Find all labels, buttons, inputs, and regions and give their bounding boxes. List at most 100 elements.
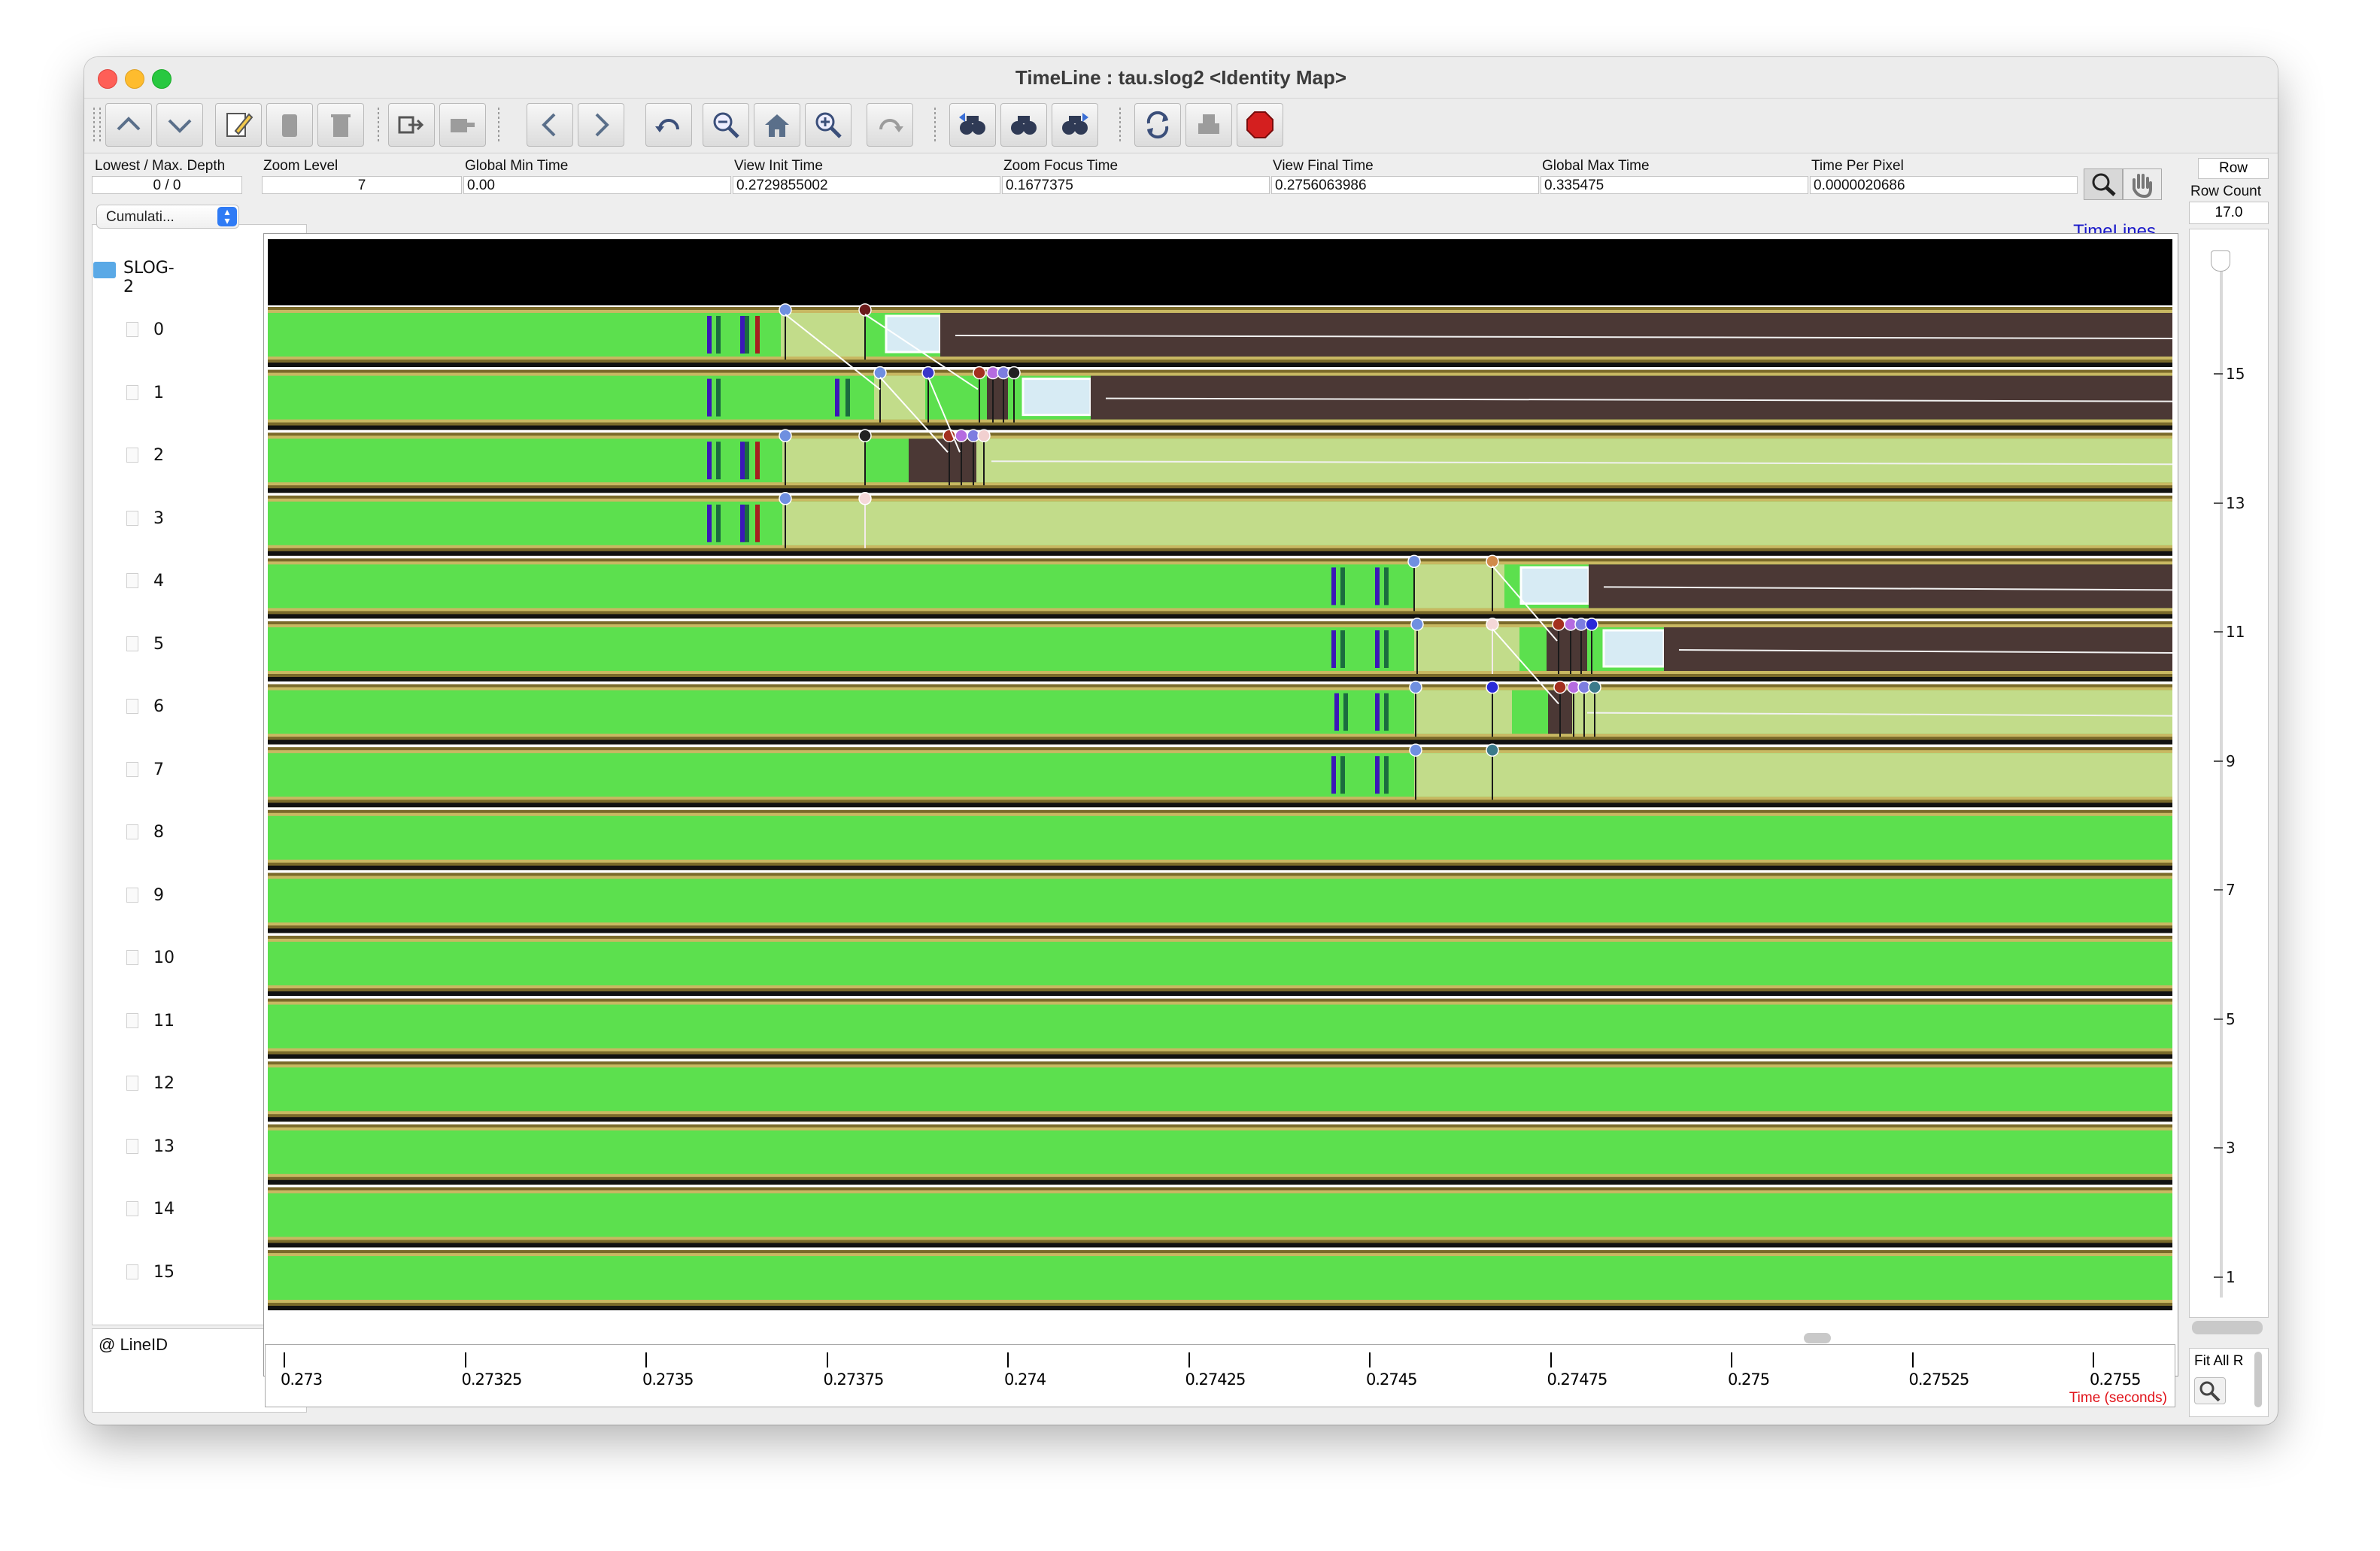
event-marker	[1553, 680, 1567, 694]
row-count-field[interactable]: 17.0	[2189, 202, 2269, 224]
tree-item-label: 11	[153, 1011, 175, 1030]
field-value[interactable]: 0.1677375	[1002, 176, 1270, 194]
document-icon	[126, 887, 138, 903]
row-separator	[268, 677, 2172, 681]
burst-marker	[707, 378, 712, 417]
redo-zoom-button[interactable]	[867, 103, 913, 147]
cumulative-select[interactable]: Cumulati... ▴ ▾	[96, 205, 239, 229]
fit-zoom-button[interactable]	[2194, 1377, 2226, 1404]
row-scroll-thumb[interactable]	[2192, 1321, 2263, 1334]
field-value[interactable]: 0.2729855002	[733, 176, 1000, 194]
burst-marker	[716, 504, 721, 542]
burst-marker	[740, 316, 745, 354]
row-slider-thumb[interactable]	[2211, 250, 2230, 272]
tree-item-label: 15	[153, 1262, 175, 1282]
ruler-tick-label: 0.2745	[1366, 1370, 1417, 1389]
burst-marker	[1375, 630, 1380, 668]
ruler-tick-label: 0.27475	[1547, 1370, 1608, 1389]
olive-state	[1414, 627, 1519, 671]
burst-marker	[1384, 630, 1389, 668]
tree-item-label: 6	[153, 697, 164, 716]
toolbar-separator	[99, 108, 101, 142]
ruler-tick	[1911, 1352, 1914, 1367]
ruler-tick	[1731, 1352, 1732, 1367]
brown-state	[987, 375, 1008, 420]
delete-icon	[331, 114, 351, 137]
row-separator	[268, 363, 2172, 367]
refresh-button[interactable]	[1134, 103, 1181, 147]
burst-marker	[1340, 630, 1345, 668]
ruler-tick	[645, 1352, 647, 1367]
collapse-button[interactable]	[439, 103, 486, 147]
field-value[interactable]: 0.335475	[1541, 176, 1808, 194]
field-value[interactable]: 0.00	[463, 176, 731, 194]
burst-marker	[745, 504, 749, 542]
horizontal-scroll-thumb[interactable]	[1804, 1333, 1831, 1343]
burst-marker	[716, 316, 721, 354]
row-scale-dash	[2214, 889, 2223, 891]
zoom-home-button[interactable]	[754, 103, 800, 147]
event-marker	[1585, 618, 1598, 631]
burst-marker	[740, 504, 745, 542]
document-icon	[126, 510, 138, 526]
search-forward-button[interactable]	[1052, 103, 1098, 147]
print-button[interactable]	[1185, 103, 1232, 147]
olive-state	[782, 501, 2172, 545]
cumulative-select-value: Cumulati...	[106, 209, 175, 225]
time-ruler[interactable]: 0.273 0.27325 0.2735 0.27375 0.274 0.27425 0.2…	[265, 1344, 2175, 1407]
back-button[interactable]	[527, 103, 573, 147]
ruler-tick	[1188, 1352, 1190, 1367]
undo-zoom-button[interactable]	[645, 103, 692, 147]
event-marker	[858, 492, 872, 505]
search-icon	[2199, 1381, 2221, 1402]
row-header: Row	[2198, 158, 2269, 179]
field-label: Zoom Level	[263, 158, 338, 174]
expand-button[interactable]	[388, 103, 435, 147]
zoom-in-button[interactable]	[805, 103, 852, 147]
document-icon	[126, 636, 138, 651]
tree-item-label: 7	[153, 760, 164, 779]
row-scale-tick: 7	[2214, 881, 2236, 899]
row-scale-dash	[2214, 1147, 2223, 1149]
search-backward-button[interactable]	[949, 103, 996, 147]
row-separator	[268, 614, 2172, 619]
edit-button[interactable]	[215, 103, 262, 147]
scroll-down-button[interactable]	[156, 103, 203, 147]
depth-value: 0 / 0	[92, 176, 242, 194]
hand-mode-button[interactable]	[2123, 168, 2162, 200]
event-marker	[779, 429, 792, 442]
row-scale-dash	[2214, 631, 2223, 633]
fit-scroll-thumb[interactable]	[2254, 1352, 2262, 1407]
forward-button[interactable]	[578, 103, 624, 147]
row-scale-dash	[2214, 502, 2223, 504]
olive-state	[1414, 690, 1512, 734]
burst-marker	[1334, 693, 1339, 731]
tree-item-label: 3	[153, 508, 164, 528]
field-value[interactable]: 0.0000020686	[1810, 176, 2078, 194]
brown-state	[1589, 564, 2172, 609]
timeline-canvas[interactable]	[263, 233, 2178, 1376]
zoom-out-button[interactable]	[703, 103, 749, 147]
tree-item-label: 8	[153, 823, 164, 842]
brown-state	[909, 439, 976, 483]
event-marker	[955, 429, 968, 442]
scroll-up-button[interactable]	[105, 103, 152, 147]
burst-marker	[716, 442, 721, 480]
burst-marker	[1384, 693, 1389, 731]
blue-state	[1022, 378, 1092, 417]
field-value[interactable]: 0.2756063986	[1271, 176, 1539, 194]
row-panel: Row Row Count 17.0 15 13 11 9 7 5 3 1 Fit All R	[2189, 153, 2270, 1417]
ruler-tick	[464, 1352, 466, 1367]
field-value[interactable]: 7	[262, 176, 462, 194]
event-marker	[1552, 618, 1565, 631]
ruler-tick-label: 0.2735	[642, 1370, 694, 1389]
timeline-canvas-frame: TimeLines	[263, 221, 2178, 1425]
row-scale-dash	[2214, 760, 2223, 762]
search-mode-button[interactable]	[2084, 168, 2123, 200]
row-count-label: Row Count	[2190, 184, 2261, 199]
timeline-header-band	[268, 239, 2172, 305]
stop-button[interactable]	[1237, 103, 1283, 147]
paste-button[interactable]	[266, 103, 313, 147]
delete-button[interactable]	[317, 103, 364, 147]
search-init-button[interactable]	[1000, 103, 1047, 147]
